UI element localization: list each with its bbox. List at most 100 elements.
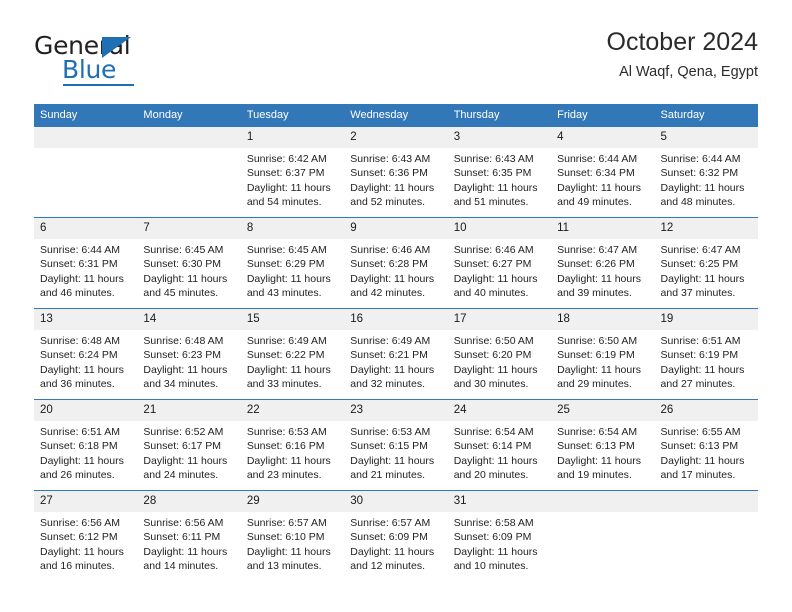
calendar-empty-cell: [551, 490, 655, 581]
calendar-day-cell[interactable]: 2 Sunrise: 6:43 AM Sunset: 6:36 PM Daylight…: [344, 126, 448, 218]
day-sun-info: Sunrise: 6:50 AM Sunset: 6:20 PM Daylight:…: [448, 330, 551, 391]
calendar-empty-cell: [34, 126, 138, 218]
calendar-day-cell[interactable]: 27 Sunrise: 6:56 AM Sunset: 6:12 PM Dayligh…: [34, 490, 138, 581]
day-number: 5: [654, 127, 758, 148]
sunset-text: Sunset: 6:22 PM: [246, 349, 325, 362]
calendar-body: 1 Sunrise: 6:42 AM Sunset: 6:37 PM Daylight…: [34, 126, 758, 581]
sunrise-text: Sunrise: 6:51 AM: [660, 335, 741, 347]
day-number: 22: [240, 400, 345, 421]
day-cell-content: [34, 127, 138, 217]
calendar-day-cell[interactable]: 8 Sunrise: 6:45 AM Sunset: 6:29 PM Daylight…: [240, 217, 345, 309]
day-sun-info: Sunrise: 6:43 AM Sunset: 6:36 PM Daylight:…: [344, 148, 447, 209]
calendar-day-cell[interactable]: 14 Sunrise: 6:48 AM Sunset: 6:23 PM Dayligh…: [137, 308, 241, 400]
day-number: 27: [34, 491, 138, 512]
day-number: 4: [551, 127, 655, 148]
calendar-day-cell[interactable]: 3 Sunrise: 6:43 AM Sunset: 6:35 PM Daylight…: [447, 126, 552, 218]
calendar-day-cell[interactable]: 28 Sunrise: 6:56 AM Sunset: 6:11 PM Dayligh…: [137, 490, 241, 581]
day-number: 28: [137, 491, 241, 512]
sunset-text: Sunset: 6:15 PM: [350, 440, 428, 453]
calendar-day-cell[interactable]: 31 Sunrise: 6:58 AM Sunset: 6:09 PM Dayligh…: [447, 490, 552, 581]
calendar-day-cell[interactable]: 22 Sunrise: 6:53 AM Sunset: 6:16 PM Dayligh…: [240, 399, 345, 491]
daylight-text: Daylight: 11 hours and 54 minutes.: [246, 181, 331, 208]
calendar-day-cell[interactable]: 26 Sunrise: 6:55 AM Sunset: 6:13 PM Dayligh…: [654, 399, 758, 491]
day-sun-info: Sunrise: 6:44 AM Sunset: 6:31 PM Daylight:…: [34, 239, 137, 300]
calendar-day-cell[interactable]: 19 Sunrise: 6:51 AM Sunset: 6:19 PM Dayligh…: [654, 308, 758, 400]
day-cell-content: 11 Sunrise: 6:47 AM Sunset: 6:26 PM Dayligh…: [551, 218, 655, 308]
calendar-table: Sunday Monday Tuesday Wednesday Thursday…: [34, 104, 758, 581]
day-sun-info: Sunrise: 6:45 AM Sunset: 6:30 PM Daylight:…: [137, 239, 240, 300]
calendar-day-cell[interactable]: 7 Sunrise: 6:45 AM Sunset: 6:30 PM Daylight…: [137, 217, 241, 309]
day-sun-info: Sunrise: 6:53 AM Sunset: 6:15 PM Daylight:…: [344, 421, 447, 482]
sunset-text: Sunset: 6:36 PM: [350, 167, 428, 180]
day-sun-info: Sunrise: 6:46 AM Sunset: 6:28 PM Daylight:…: [344, 239, 447, 300]
calendar-day-cell[interactable]: 10 Sunrise: 6:46 AM Sunset: 6:27 PM Dayligh…: [447, 217, 552, 309]
sunset-text: Sunset: 6:09 PM: [350, 531, 428, 544]
general-blue-logo[interactable]: General Blue: [34, 32, 224, 92]
calendar-day-cell[interactable]: 11 Sunrise: 6:47 AM Sunset: 6:26 PM Dayligh…: [551, 217, 655, 309]
day-sun-info: Sunrise: 6:57 AM Sunset: 6:09 PM Daylight:…: [344, 512, 447, 573]
day-cell-content: 1 Sunrise: 6:42 AM Sunset: 6:37 PM Daylight…: [240, 127, 345, 217]
weekday-header-tuesday: Tuesday: [240, 104, 345, 127]
sunset-text: Sunset: 6:25 PM: [660, 258, 739, 271]
day-sun-info: Sunrise: 6:49 AM Sunset: 6:22 PM Daylight:…: [241, 330, 344, 391]
calendar-day-cell[interactable]: 12 Sunrise: 6:47 AM Sunset: 6:25 PM Dayligh…: [654, 217, 758, 309]
weekday-header-saturday: Saturday: [654, 104, 758, 127]
day-number: 12: [654, 218, 758, 239]
sunrise-text: Sunrise: 6:43 AM: [350, 153, 431, 165]
calendar-day-cell[interactable]: 16 Sunrise: 6:49 AM Sunset: 6:21 PM Dayligh…: [344, 308, 448, 400]
sunrise-text: Sunrise: 6:57 AM: [246, 517, 327, 529]
day-cell-content: 23 Sunrise: 6:53 AM Sunset: 6:15 PM Dayligh…: [344, 400, 448, 490]
sunset-text: Sunset: 6:13 PM: [660, 440, 739, 453]
calendar-day-cell[interactable]: 9 Sunrise: 6:46 AM Sunset: 6:28 PM Daylight…: [344, 217, 448, 309]
day-cell-content: 10 Sunrise: 6:46 AM Sunset: 6:27 PM Dayligh…: [447, 218, 552, 308]
calendar-week-row: 1 Sunrise: 6:42 AM Sunset: 6:37 PM Daylight…: [34, 126, 758, 218]
daylight-text: Daylight: 11 hours and 33 minutes.: [246, 363, 331, 390]
calendar-day-cell[interactable]: 20 Sunrise: 6:51 AM Sunset: 6:18 PM Dayligh…: [34, 399, 138, 491]
weekday-header-thursday: Thursday: [447, 104, 552, 127]
sunset-text: Sunset: 6:13 PM: [557, 440, 635, 453]
day-number: 25: [551, 400, 655, 421]
calendar-day-cell[interactable]: 23 Sunrise: 6:53 AM Sunset: 6:15 PM Dayligh…: [344, 399, 448, 491]
calendar-day-cell[interactable]: 17 Sunrise: 6:50 AM Sunset: 6:20 PM Dayligh…: [447, 308, 552, 400]
day-sun-info: Sunrise: 6:56 AM Sunset: 6:11 PM Daylight:…: [137, 512, 240, 573]
day-number: 20: [34, 400, 138, 421]
day-cell-content: 7 Sunrise: 6:45 AM Sunset: 6:30 PM Daylight…: [137, 218, 241, 308]
sunrise-text: Sunrise: 6:43 AM: [453, 153, 534, 165]
calendar-day-cell[interactable]: 18 Sunrise: 6:50 AM Sunset: 6:19 PM Dayligh…: [551, 308, 655, 400]
day-sun-info: Sunrise: 6:51 AM Sunset: 6:18 PM Daylight:…: [34, 421, 137, 482]
sunset-text: Sunset: 6:16 PM: [246, 440, 325, 453]
calendar-day-cell[interactable]: 4 Sunrise: 6:44 AM Sunset: 6:34 PM Daylight…: [551, 126, 655, 218]
day-number: 18: [551, 309, 655, 330]
calendar-day-cell[interactable]: 1 Sunrise: 6:42 AM Sunset: 6:37 PM Daylight…: [240, 126, 345, 218]
daylight-text: Daylight: 11 hours and 43 minutes.: [246, 272, 331, 299]
sunrise-text: Sunrise: 6:55 AM: [660, 426, 741, 438]
calendar-day-cell[interactable]: 24 Sunrise: 6:54 AM Sunset: 6:14 PM Dayligh…: [447, 399, 552, 491]
day-number: [654, 491, 758, 512]
calendar-day-cell[interactable]: 21 Sunrise: 6:52 AM Sunset: 6:17 PM Dayligh…: [137, 399, 241, 491]
daylight-text: Daylight: 11 hours and 34 minutes.: [143, 363, 228, 390]
sunset-text: Sunset: 6:21 PM: [350, 349, 428, 362]
daylight-text: Daylight: 11 hours and 21 minutes.: [350, 454, 435, 481]
day-number: 21: [137, 400, 241, 421]
calendar-day-cell[interactable]: 5 Sunrise: 6:44 AM Sunset: 6:32 PM Daylight…: [654, 126, 758, 218]
day-number: 8: [240, 218, 345, 239]
calendar-day-cell[interactable]: 25 Sunrise: 6:54 AM Sunset: 6:13 PM Dayligh…: [551, 399, 655, 491]
calendar-day-cell[interactable]: 30 Sunrise: 6:57 AM Sunset: 6:09 PM Dayligh…: [344, 490, 448, 581]
day-cell-content: 29 Sunrise: 6:57 AM Sunset: 6:10 PM Dayligh…: [240, 491, 345, 581]
calendar-day-cell[interactable]: 6 Sunrise: 6:44 AM Sunset: 6:31 PM Daylight…: [34, 217, 138, 309]
sunrise-text: Sunrise: 6:50 AM: [557, 335, 638, 347]
day-number: 14: [137, 309, 241, 330]
calendar-day-cell[interactable]: 13 Sunrise: 6:48 AM Sunset: 6:24 PM Dayligh…: [34, 308, 138, 400]
calendar-day-cell[interactable]: 15 Sunrise: 6:49 AM Sunset: 6:22 PM Dayligh…: [240, 308, 345, 400]
daylight-text: Daylight: 11 hours and 14 minutes.: [143, 545, 228, 572]
day-sun-info: Sunrise: 6:48 AM Sunset: 6:23 PM Daylight:…: [137, 330, 240, 391]
sunset-text: Sunset: 6:19 PM: [557, 349, 635, 362]
sunrise-text: Sunrise: 6:58 AM: [453, 517, 534, 529]
day-cell-content: 5 Sunrise: 6:44 AM Sunset: 6:32 PM Daylight…: [654, 127, 758, 217]
calendar-day-cell[interactable]: 29 Sunrise: 6:57 AM Sunset: 6:10 PM Dayligh…: [240, 490, 345, 581]
calendar-week-row: 13 Sunrise: 6:48 AM Sunset: 6:24 PM Dayligh…: [34, 308, 758, 400]
day-cell-content: 26 Sunrise: 6:55 AM Sunset: 6:13 PM Dayligh…: [654, 400, 758, 490]
logo-underline: [63, 84, 134, 86]
day-sun-info: Sunrise: 6:49 AM Sunset: 6:21 PM Daylight:…: [344, 330, 447, 391]
sunset-text: Sunset: 6:30 PM: [143, 258, 222, 271]
